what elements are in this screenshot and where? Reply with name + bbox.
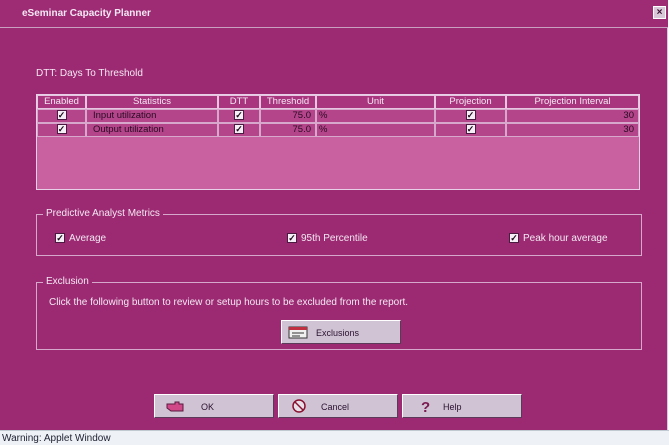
ok-button[interactable]: OK (154, 394, 274, 418)
unit-cell[interactable]: % (316, 123, 435, 137)
threshold-cell[interactable]: 75.0 (260, 109, 316, 123)
enabled-checkbox[interactable]: ✓ (56, 124, 67, 135)
capacity-planner-window: eSeminar Capacity Planner × DTT: Days To… (0, 0, 668, 430)
calendar-icon (288, 326, 308, 339)
cancel-button-label: Cancel (321, 402, 350, 412)
statistic-cell: Input utilization (86, 109, 218, 123)
column-header-unit[interactable]: Unit (316, 95, 435, 109)
help-button[interactable]: ? Help (402, 394, 522, 418)
dtt-checkbox[interactable]: ✓ (234, 124, 244, 135)
column-header-threshold[interactable]: Threshold (260, 95, 316, 109)
enabled-cell[interactable]: ✓ (37, 109, 86, 123)
interval-cell[interactable]: 30 (506, 109, 639, 123)
projection-checkbox[interactable]: ✓ (465, 110, 476, 121)
threshold-cell[interactable]: 75.0 (260, 123, 316, 137)
metrics-legend: Predictive Analyst Metrics (43, 208, 163, 219)
average-checkbox[interactable]: ✓ (55, 233, 65, 244)
window-title: eSeminar Capacity Planner (22, 8, 151, 19)
metric-option-peak-hour[interactable]: ✓ Peak hour average (509, 233, 608, 244)
percentile-checkbox[interactable]: ✓ (287, 233, 297, 244)
table-header: Enabled Statistics DTT Threshold Unit Pr… (37, 95, 639, 109)
column-header-dtt[interactable]: DTT (218, 95, 260, 109)
predictive-metrics-group: Predictive Analyst Metrics ✓ Average ✓ 95t… (36, 208, 642, 256)
table-row[interactable]: ✓ Output utilization ✓ 75.0 % ✓ 30 (37, 123, 639, 137)
dtt-legend-label: DTT: Days To Threshold (36, 68, 143, 79)
projection-checkbox[interactable]: ✓ (465, 124, 476, 135)
projection-cell[interactable]: ✓ (435, 109, 506, 123)
cancel-button[interactable]: Cancel (278, 394, 398, 418)
metric-label: Peak hour average (523, 233, 608, 244)
table-row[interactable]: ✓ Input utilization ✓ 75.0 % ✓ 30 (37, 109, 639, 123)
exclusion-description: Click the following button to review or … (49, 297, 409, 308)
close-button[interactable]: × (653, 6, 666, 19)
column-header-projection[interactable]: Projection (435, 95, 506, 109)
exclusion-legend: Exclusion (43, 276, 92, 287)
dtt-cell[interactable]: ✓ (218, 109, 260, 123)
status-text: Warning: Applet Window (2, 433, 111, 444)
metric-option-average[interactable]: ✓ Average (55, 233, 106, 244)
interval-cell[interactable]: 30 (506, 123, 639, 137)
svg-text:?: ? (421, 399, 430, 413)
column-header-statistics[interactable]: Statistics (86, 95, 218, 109)
ok-button-label: OK (201, 402, 215, 412)
dtt-checkbox[interactable]: ✓ (234, 110, 244, 121)
statistics-table: Enabled Statistics DTT Threshold Unit Pr… (36, 94, 640, 190)
hand-pointer-icon (166, 401, 184, 412)
title-bar[interactable]: eSeminar Capacity Planner × (0, 0, 668, 28)
column-header-projection-interval[interactable]: Projection Interval (506, 95, 639, 109)
cancel-circle-icon (292, 399, 306, 413)
metric-label: 95th Percentile (301, 233, 368, 244)
metric-label: Average (69, 233, 107, 244)
enabled-cell[interactable]: ✓ (37, 123, 86, 137)
status-bar: Warning: Applet Window (0, 430, 669, 445)
exclusion-group: Exclusion Click the following button to … (36, 276, 642, 350)
question-mark-icon: ? (421, 399, 430, 413)
dtt-cell[interactable]: ✓ (218, 123, 260, 137)
statistic-cell: Output utilization (86, 123, 218, 137)
column-header-enabled[interactable]: Enabled (37, 95, 86, 109)
metric-option-95th-percentile[interactable]: ✓ 95th Percentile (287, 233, 368, 244)
unit-cell[interactable]: % (316, 109, 435, 123)
peak-hour-checkbox[interactable]: ✓ (509, 233, 519, 244)
exclusions-button-label: Exclusions (316, 328, 360, 338)
close-icon: × (656, 7, 663, 18)
help-button-label: Help (443, 402, 462, 412)
projection-cell[interactable]: ✓ (435, 123, 506, 137)
enabled-checkbox[interactable]: ✓ (56, 110, 67, 121)
exclusions-button[interactable]: Exclusions (281, 320, 401, 344)
